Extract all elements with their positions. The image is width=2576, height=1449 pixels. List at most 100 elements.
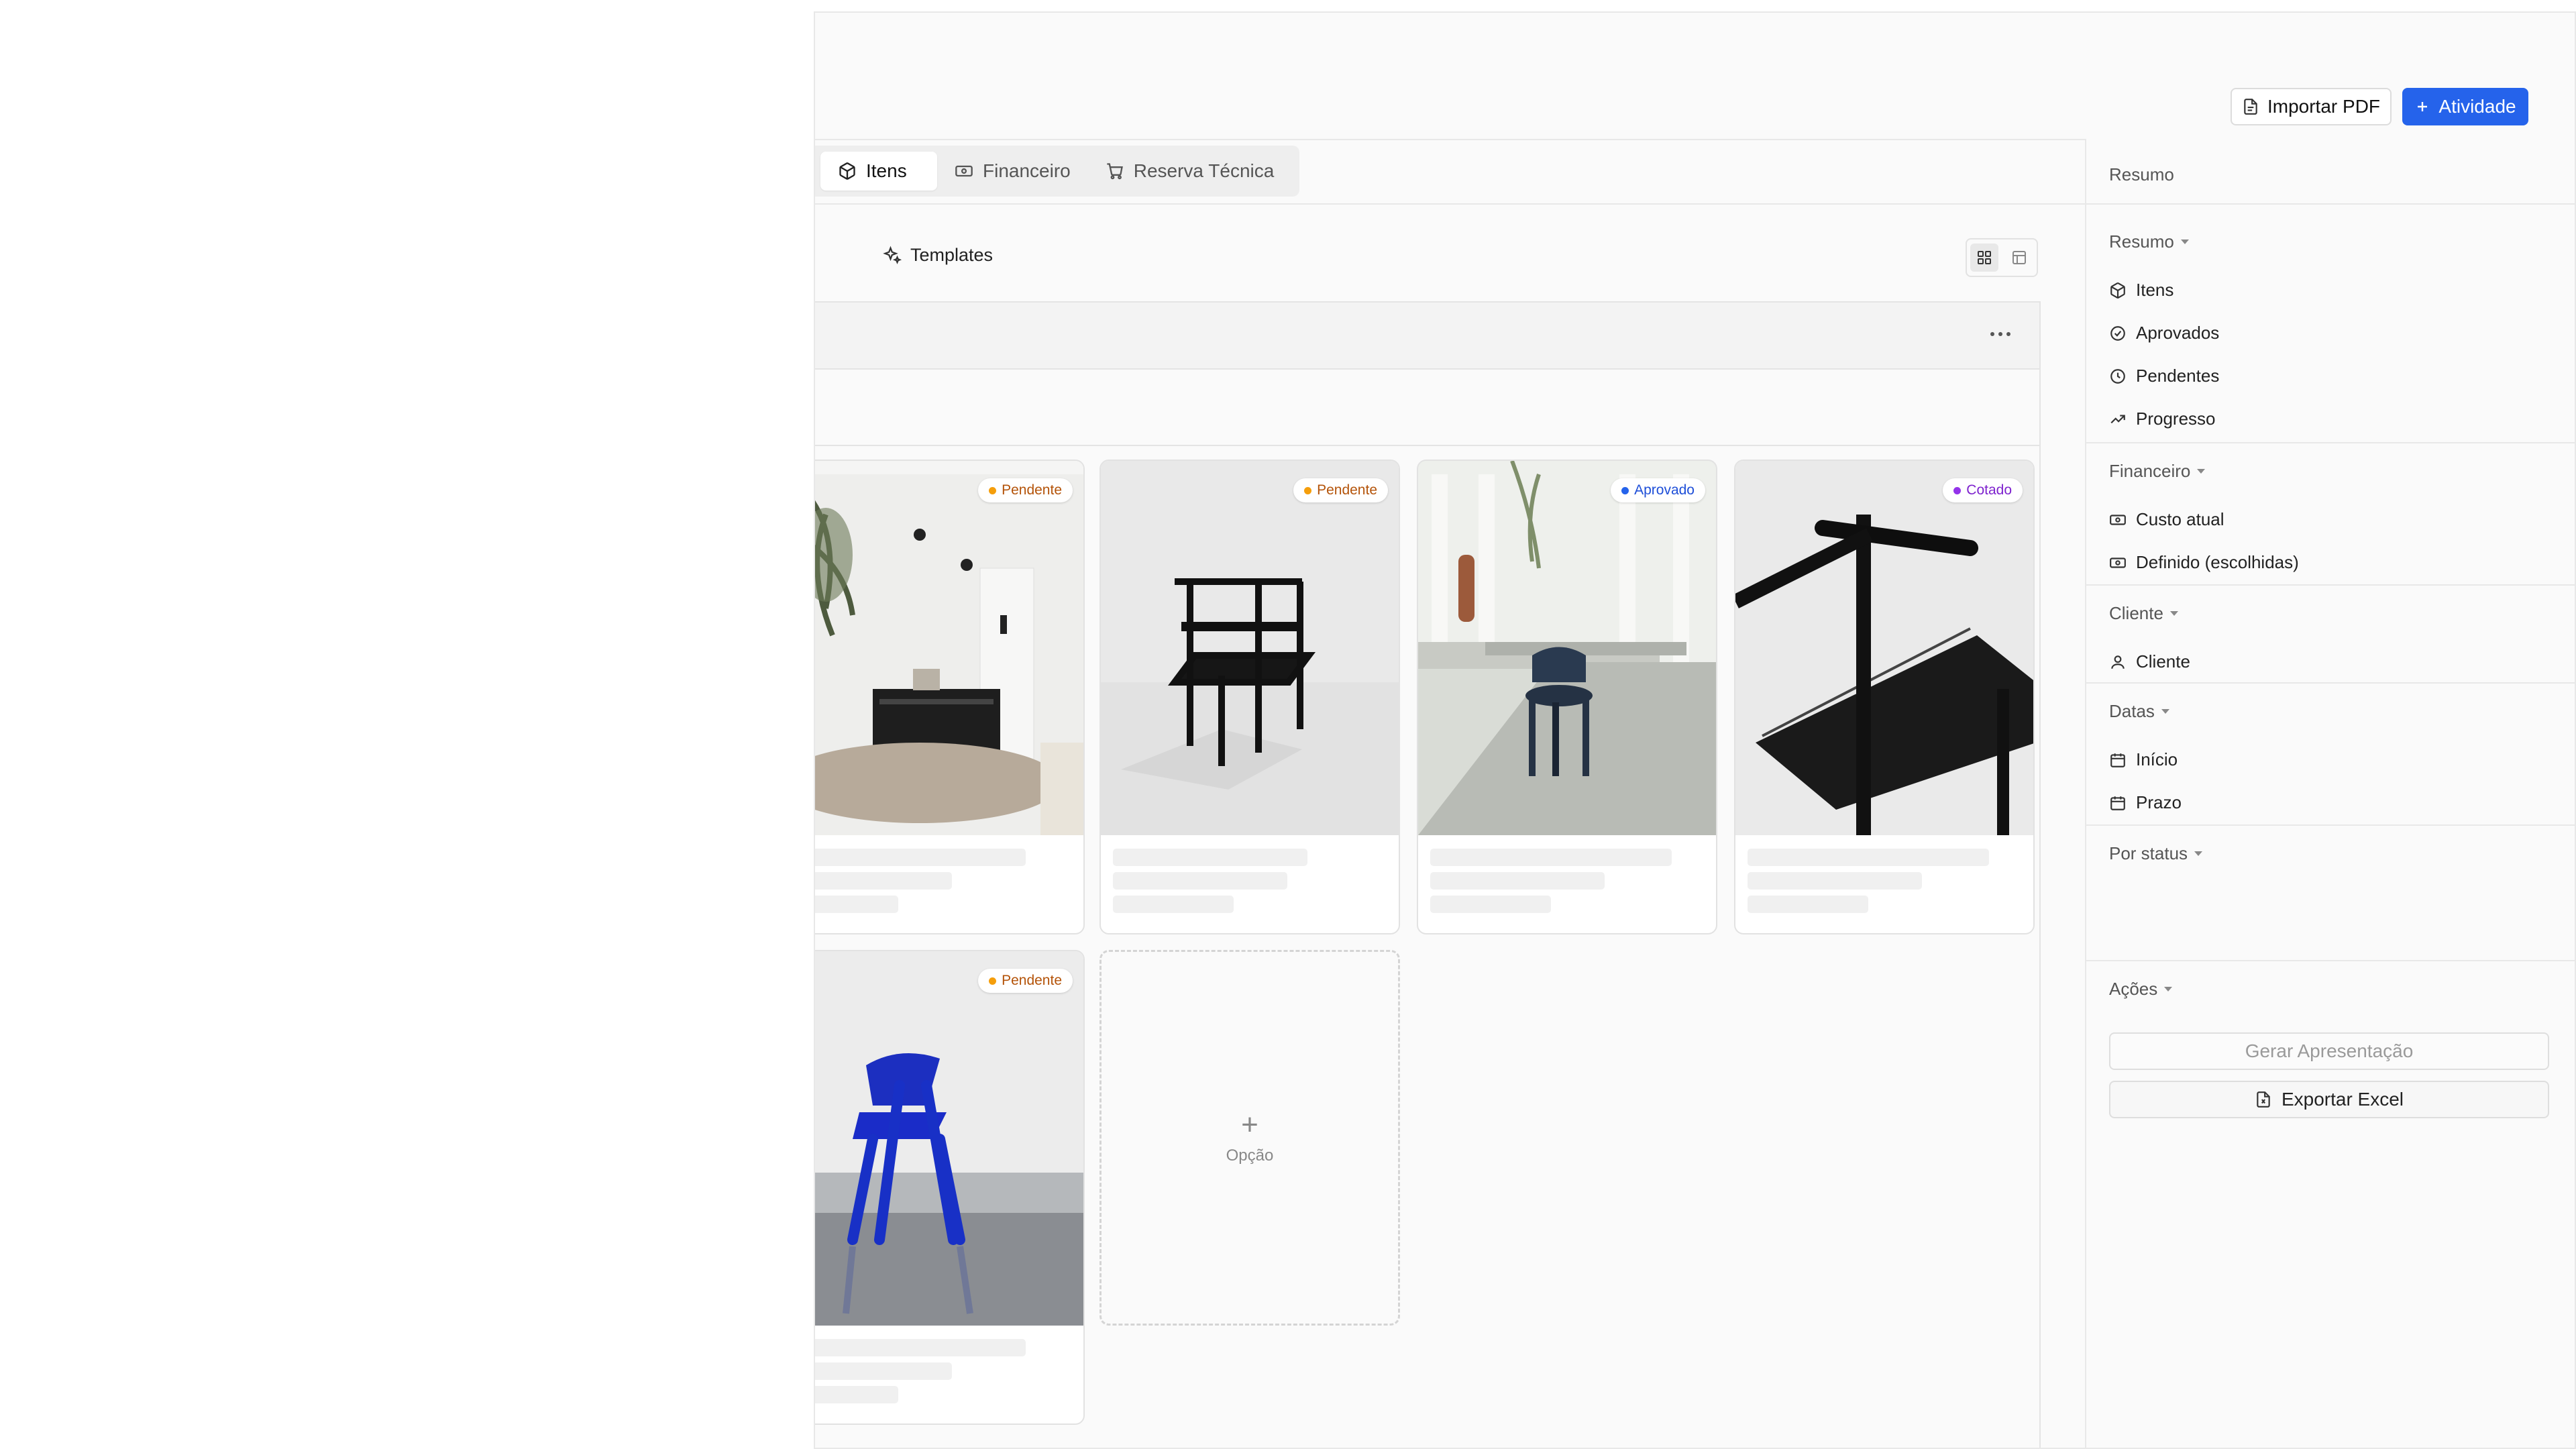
divider <box>2086 584 2575 586</box>
main-content: Itens Financeiro Reserva Técnica Templat… <box>815 139 2085 1448</box>
item-card[interactable]: Pendente <box>1099 460 1400 934</box>
skeleton-line <box>815 849 1026 866</box>
skeleton-line <box>815 896 898 913</box>
table-icon <box>2011 250 2027 266</box>
item-label: Aprovados <box>2136 323 2220 343</box>
divider <box>2086 203 2575 205</box>
status-dot <box>1304 486 1312 494</box>
skeleton-line <box>1748 896 1868 913</box>
product-image: Cotado <box>1735 461 2033 835</box>
skeleton-line <box>815 1362 952 1380</box>
summary-item-progresso[interactable]: Progresso <box>2109 409 2216 429</box>
summary-panel: Resumo Resumo Itens Aprovados Pendentes … <box>2085 139 2575 1448</box>
item-label: Progresso <box>2136 409 2216 429</box>
money-icon <box>955 162 973 180</box>
group-header <box>815 303 2039 370</box>
status-badge: Cotado <box>1943 478 2023 502</box>
add-activity-button[interactable]: Atividade <box>2402 88 2528 125</box>
templates-button[interactable]: Templates <box>882 245 993 266</box>
skeleton-line <box>1113 872 1287 890</box>
section-header-cliente[interactable]: Cliente <box>2109 603 2178 624</box>
item-card[interactable]: Pendente <box>815 950 1085 1425</box>
button-label: Exportar Excel <box>2281 1089 2404 1110</box>
section-header-acoes[interactable]: Ações <box>2109 979 2173 1000</box>
product-image: Pendente <box>815 951 1083 1326</box>
table-view-button[interactable] <box>2005 244 2033 272</box>
grid-view-button[interactable] <box>1970 244 1998 272</box>
view-toggle <box>1966 238 2038 277</box>
item-card[interactable]: Cotado <box>1734 460 2035 934</box>
skeleton-line <box>1113 896 1234 913</box>
package-icon <box>2109 282 2127 299</box>
tab-financeiro[interactable]: Financeiro <box>937 152 1088 191</box>
status-label: Cotado <box>1966 482 2012 498</box>
tab-bar: Itens Financeiro Reserva Técnica <box>815 146 1299 197</box>
section-label: Resumo <box>2109 231 2174 252</box>
status-dot <box>989 977 997 985</box>
status-badge: Pendente <box>978 478 1073 502</box>
section-header-resumo[interactable]: Resumo <box>2109 231 2189 252</box>
section-header-datas[interactable]: Datas <box>2109 701 2169 722</box>
caret-down-icon <box>2164 987 2173 991</box>
product-image: Aprovado <box>1418 461 1716 835</box>
summary-item-custo-atual[interactable]: Custo atual <box>2109 509 2224 530</box>
divider <box>2086 442 2575 443</box>
item-label: Itens <box>2136 280 2174 300</box>
summary-item-itens[interactable]: Itens <box>2109 280 2174 301</box>
divider <box>2086 824 2575 826</box>
templates-label: Templates <box>910 245 994 265</box>
summary-item-definido[interactable]: Definido (escolhidas) <box>2109 552 2299 573</box>
calendar-icon <box>2109 794 2127 812</box>
product-image: Pendente <box>815 461 1083 835</box>
divider <box>2086 960 2575 961</box>
skeleton-line <box>815 1339 1026 1356</box>
section-label: Ações <box>2109 979 2158 999</box>
section-header-por-status[interactable]: Por status <box>2109 843 2203 864</box>
summary-item-pendentes[interactable]: Pendentes <box>2109 366 2219 386</box>
activity-label: Atividade <box>2438 96 2516 117</box>
generate-presentation-button[interactable]: Gerar Apresentação <box>2109 1032 2549 1070</box>
tab-itens[interactable]: Itens <box>820 152 937 191</box>
add-option-label: Opção <box>1226 1146 1274 1165</box>
item-label: Definido (escolhidas) <box>2136 552 2299 572</box>
caret-down-icon <box>2169 611 2178 616</box>
tab-reserva-tecnica[interactable]: Reserva Técnica <box>1088 152 1292 191</box>
import-pdf-label: Importar PDF <box>2267 96 2381 117</box>
money-icon <box>2109 511 2127 529</box>
top-bar <box>815 13 2575 76</box>
status-label: Aprovado <box>1634 482 1695 498</box>
caret-down-icon <box>2180 239 2189 244</box>
panel-title: Resumo <box>2109 164 2174 184</box>
section-label: Datas <box>2109 701 2155 721</box>
calendar-icon <box>2109 751 2127 769</box>
user-icon <box>2109 653 2127 671</box>
status-label: Pendente <box>1002 973 1062 988</box>
app-window: Importar PDF Atividade Itens Financeiro <box>814 11 2576 1449</box>
status-label: Pendente <box>1002 482 1062 498</box>
skeleton-line <box>1430 896 1551 913</box>
status-badge: Aprovado <box>1611 478 1705 502</box>
package-icon <box>838 162 857 180</box>
section-label: Financeiro <box>2109 461 2191 481</box>
summary-item-aprovados[interactable]: Aprovados <box>2109 323 2219 343</box>
plus-icon <box>2414 99 2430 115</box>
section-header-financeiro[interactable]: Financeiro <box>2109 461 2206 482</box>
skeleton-line <box>1748 872 1922 890</box>
item-card[interactable]: Aprovado <box>1417 460 1717 934</box>
item-card[interactable]: Pendente <box>815 460 1085 934</box>
export-excel-button[interactable]: Exportar Excel <box>2109 1081 2549 1118</box>
summary-item-inicio[interactable]: Início <box>2109 749 2178 770</box>
item-label: Início <box>2136 749 2178 769</box>
skeleton-line <box>1113 849 1307 866</box>
status-dot <box>989 486 997 494</box>
summary-item-cliente[interactable]: Cliente <box>2109 651 2190 672</box>
status-badge: Pendente <box>978 969 1073 993</box>
more-options-icon[interactable] <box>1987 324 2014 344</box>
file-icon <box>2242 98 2259 115</box>
plus-icon: + <box>1241 1108 1258 1141</box>
summary-item-prazo[interactable]: Prazo <box>2109 792 2182 813</box>
cart-icon <box>1106 162 1124 180</box>
import-pdf-button[interactable]: Importar PDF <box>2231 88 2392 125</box>
skeleton-line <box>815 1386 898 1403</box>
add-option-card[interactable]: + Opção <box>1099 950 1400 1326</box>
